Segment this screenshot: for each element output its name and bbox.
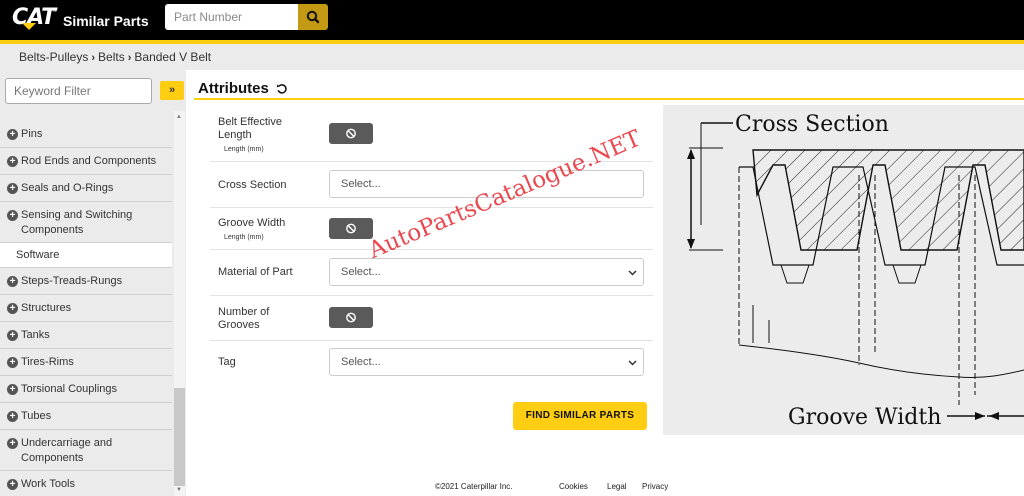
sidebar-item-tanks[interactable]: + Tanks (0, 322, 172, 349)
attribute-row-tag: Tag Select... (210, 341, 653, 383)
sidebar-item-torsional-couplings[interactable]: + Torsional Couplings (0, 376, 172, 403)
logo-registered-mark: ® (53, 8, 57, 14)
plus-circle-icon[interactable]: + (7, 438, 18, 449)
cross-section-diagram: Cross Section Groove Width (663, 105, 1024, 435)
plus-circle-icon[interactable]: + (7, 128, 18, 140)
chevron-right-icon: › (91, 52, 96, 64)
plus-circle-icon[interactable]: + (7, 155, 18, 167)
plus-circle-icon[interactable]: + (7, 383, 18, 395)
sidebar-item-label: Steps-Treads-Rungs (21, 274, 123, 287)
privacy-link[interactable]: Privacy (642, 482, 668, 491)
sidebar-item-sensing[interactable]: + Sensing and Switching Components (0, 202, 172, 243)
sidebar-item-label: Undercarriage and Components (21, 437, 113, 464)
prohibit-icon (346, 128, 356, 139)
cross-section-label: Cross Section (735, 112, 889, 137)
legal-link[interactable]: Legal (607, 482, 627, 491)
attribute-label: Material of Part (218, 266, 293, 278)
keyword-filter-bar: » (0, 70, 186, 110)
sidebar-item-tires-rims[interactable]: + Tires-Rims (0, 349, 172, 376)
attribute-label: Number of Grooves (218, 306, 270, 331)
attribute-label: Tag (218, 356, 236, 368)
sidebar-item-label: Tanks (21, 328, 50, 341)
keyword-filter-input[interactable] (5, 78, 152, 104)
belt-cross-section-drawing: Cross Section Groove Width (687, 112, 1024, 430)
part-number-search-input[interactable] (165, 4, 298, 30)
attribute-row-number-of-grooves: Number of Grooves (210, 296, 653, 341)
select-value: Select... (341, 266, 381, 278)
groove-width-label: Groove Width (788, 405, 941, 430)
select-value: Select... (341, 356, 381, 368)
breadcrumb-item[interactable]: Belts-Pulleys (19, 50, 88, 64)
filter-go-button[interactable]: » (160, 81, 184, 100)
cookies-link[interactable]: Cookies (559, 482, 588, 491)
plus-circle-icon[interactable]: + (7, 478, 18, 490)
logo-triangle (22, 23, 36, 30)
attribute-row-material: Material of Part Select... (210, 250, 653, 296)
sidebar-item-tubes[interactable]: + Tubes (0, 403, 172, 430)
sidebar-item-label: Pins (21, 127, 43, 140)
scroll-up-arrow-icon[interactable]: ▲ (176, 114, 182, 120)
plus-circle-icon[interactable]: + (7, 275, 18, 287)
sidebar-item-label: Seals and O-Rings (21, 181, 114, 194)
sidebar-item-label: Work Tools (21, 477, 76, 490)
number-of-grooves-null-toggle[interactable] (329, 307, 373, 328)
find-similar-parts-button[interactable]: FIND SIMILAR PARTS (513, 402, 647, 430)
search-icon (306, 10, 320, 24)
breadcrumb-bar: Belts-Pulleys › Belts › Banded V Belt (0, 44, 1024, 70)
sidebar-item-label: Tires-Rims (21, 355, 74, 368)
search-button[interactable] (298, 4, 328, 30)
app-title: Similar Parts (63, 13, 149, 29)
plus-circle-icon[interactable]: + (7, 210, 18, 221)
prohibit-icon (346, 312, 356, 323)
category-sidebar: Mounts » +Pins +Rod Ends and Components … (0, 70, 186, 496)
plus-circle-icon[interactable]: + (7, 329, 18, 341)
sidebar-item-rod-ends[interactable]: + Rod Ends and Components (0, 148, 172, 175)
sidebar-item-work-tools[interactable]: + Work Tools (0, 471, 172, 496)
chevron-down-icon (628, 360, 637, 366)
plus-circle-icon[interactable]: + (7, 182, 18, 194)
plus-circle-icon[interactable]: + (7, 302, 18, 314)
chevron-right-icon: › (127, 52, 132, 64)
belt-length-null-toggle[interactable] (329, 123, 373, 144)
sidebar-item-structures[interactable]: + Structures (0, 295, 172, 322)
sidebar-item-label: Torsional Couplings (21, 382, 117, 395)
attribute-label: Belt Effective Length Length (mm) (218, 116, 298, 156)
sidebar-item-label: Software (16, 248, 60, 261)
breadcrumb-item[interactable]: Belts (98, 50, 125, 64)
attribute-name: Belt Effective Length (218, 116, 282, 141)
chevron-down-icon (628, 270, 637, 276)
sidebar-item-label: Tubes (21, 409, 52, 422)
sidebar-item-label: Structures (21, 301, 72, 314)
sidebar-item-undercarriage[interactable]: + Undercarriage and Components (0, 430, 172, 471)
plus-circle-icon[interactable]: + (7, 410, 18, 422)
tag-select[interactable]: Select... (329, 348, 644, 376)
sidebar-item-pins[interactable]: + Pins (0, 121, 172, 148)
attributes-title: Attributes (198, 80, 269, 97)
attribute-unit: Length (mm) (224, 234, 264, 241)
plus-circle-icon[interactable]: + (7, 356, 18, 368)
sidebar-item-steps[interactable]: + Steps-Treads-Rungs (0, 268, 172, 295)
attributes-accent-line (194, 98, 1024, 100)
breadcrumb-item-current: Banded V Belt (134, 50, 212, 64)
attribute-label: Cross Section (218, 179, 287, 191)
attribute-name: Groove Width (218, 217, 286, 229)
copyright-text: ©2021 Caterpillar Inc. (435, 482, 513, 491)
refresh-icon[interactable] (276, 83, 288, 95)
sidebar-item-label: Sensing and Switching Components (21, 209, 133, 236)
prohibit-icon (346, 223, 356, 234)
category-list: + Pins + Rod Ends and Components + Seals an… (0, 121, 172, 496)
attribute-label: Groove Width Length (mm) (218, 217, 298, 244)
sidebar-item-software[interactable]: Software (0, 243, 172, 268)
scroll-down-arrow-icon[interactable]: ▼ (176, 487, 182, 493)
groove-width-null-toggle[interactable] (329, 218, 373, 239)
top-bar: CAT ® Similar Parts (0, 0, 1024, 40)
sidebar-item-label: Rod Ends and Components (21, 154, 157, 167)
sidebar-scrollbar-thumb[interactable] (174, 388, 185, 486)
attribute-unit: Length (mm) (224, 146, 264, 153)
select-value: Select... (341, 178, 381, 190)
sidebar-item-seals[interactable]: + Seals and O-Rings (0, 175, 172, 202)
breadcrumb: Belts-Pulleys › Belts › Banded V Belt (19, 50, 211, 64)
